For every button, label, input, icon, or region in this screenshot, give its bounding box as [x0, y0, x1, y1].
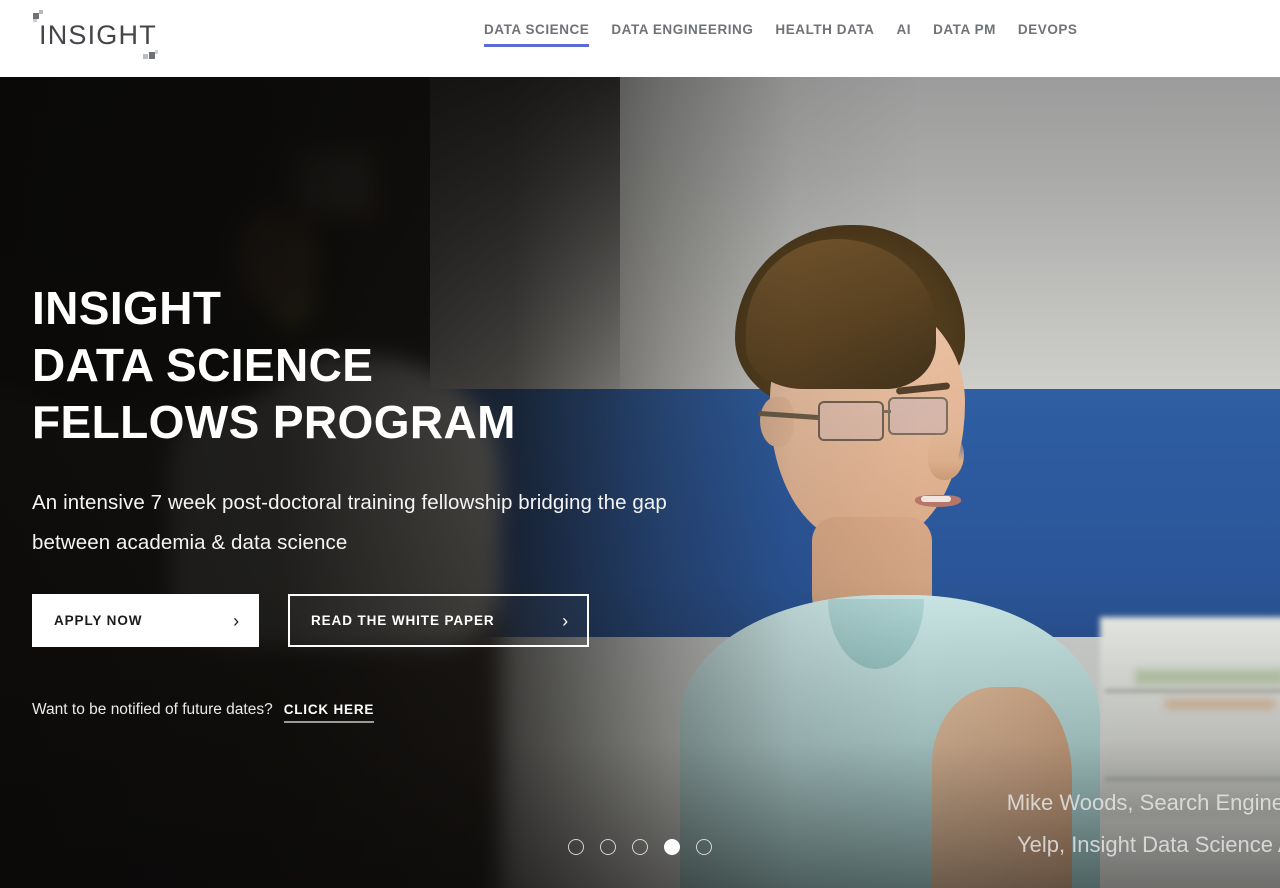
site-header: INSIGHT DATA SCIENCE DATA ENGINEERING HE… [0, 0, 1280, 77]
nav-item-data-engineering[interactable]: DATA ENGINEERING [611, 22, 753, 47]
insight-logo[interactable]: INSIGHT [31, 6, 181, 64]
hero-headline: INSIGHT DATA SCIENCE FELLOWS PROGRAM [32, 280, 516, 451]
notify-row: Want to be notified of future dates? CLI… [32, 701, 375, 723]
logo-pixel-icon [155, 50, 158, 54]
headline-line-3: FELLOWS PROGRAM [32, 396, 516, 448]
chevron-right-icon: › [233, 610, 240, 631]
carousel-dot-3[interactable] [632, 839, 648, 855]
apply-now-button[interactable]: APPLY NOW › [32, 594, 259, 647]
headline-line-2: DATA SCIENCE [32, 339, 374, 391]
nav-item-devops[interactable]: DEVOPS [1018, 22, 1078, 47]
read-white-paper-button[interactable]: READ THE WHITE PAPER › [288, 594, 589, 647]
logo-text: INSIGHT [39, 20, 157, 50]
hero-subheadline: An intensive 7 week post-doctoral traini… [32, 491, 667, 554]
nav-item-data-pm[interactable]: DATA PM [933, 22, 996, 47]
carousel-dot-5[interactable] [696, 839, 712, 855]
carousel-dot-4[interactable] [664, 839, 680, 855]
main-navigation: DATA SCIENCE DATA ENGINEERING HEALTH DAT… [484, 22, 1078, 47]
hero-button-row: APPLY NOW › READ THE WHITE PAPER › [32, 594, 589, 647]
logo-pixel-icon [33, 19, 37, 22]
notify-prompt: Want to be notified of future dates? [32, 701, 273, 718]
hero-content: INSIGHT DATA SCIENCE FELLOWS PROGRAM An … [32, 77, 852, 888]
logo-pixel-icon [39, 10, 43, 14]
read-white-paper-label: READ THE WHITE PAPER [311, 613, 495, 628]
hero-banner: INSIGHT DATA SCIENCE FELLOWS PROGRAM An … [0, 77, 1280, 888]
carousel-dot-2[interactable] [600, 839, 616, 855]
nav-item-data-science[interactable]: DATA SCIENCE [484, 22, 590, 47]
logo-pixel-icon [143, 54, 148, 59]
apply-now-label: APPLY NOW [54, 613, 143, 628]
caption-line-1: Mike Woods, Search Engineer at [1006, 790, 1280, 815]
carousel-pagination [0, 839, 1280, 855]
carousel-dot-1[interactable] [568, 839, 584, 855]
nav-item-health-data[interactable]: HEALTH DATA [775, 22, 874, 47]
chevron-right-icon: › [562, 610, 569, 631]
nav-item-ai[interactable]: AI [896, 22, 911, 47]
headline-line-1: INSIGHT [32, 282, 222, 334]
click-here-link[interactable]: CLICK HERE [283, 702, 375, 723]
